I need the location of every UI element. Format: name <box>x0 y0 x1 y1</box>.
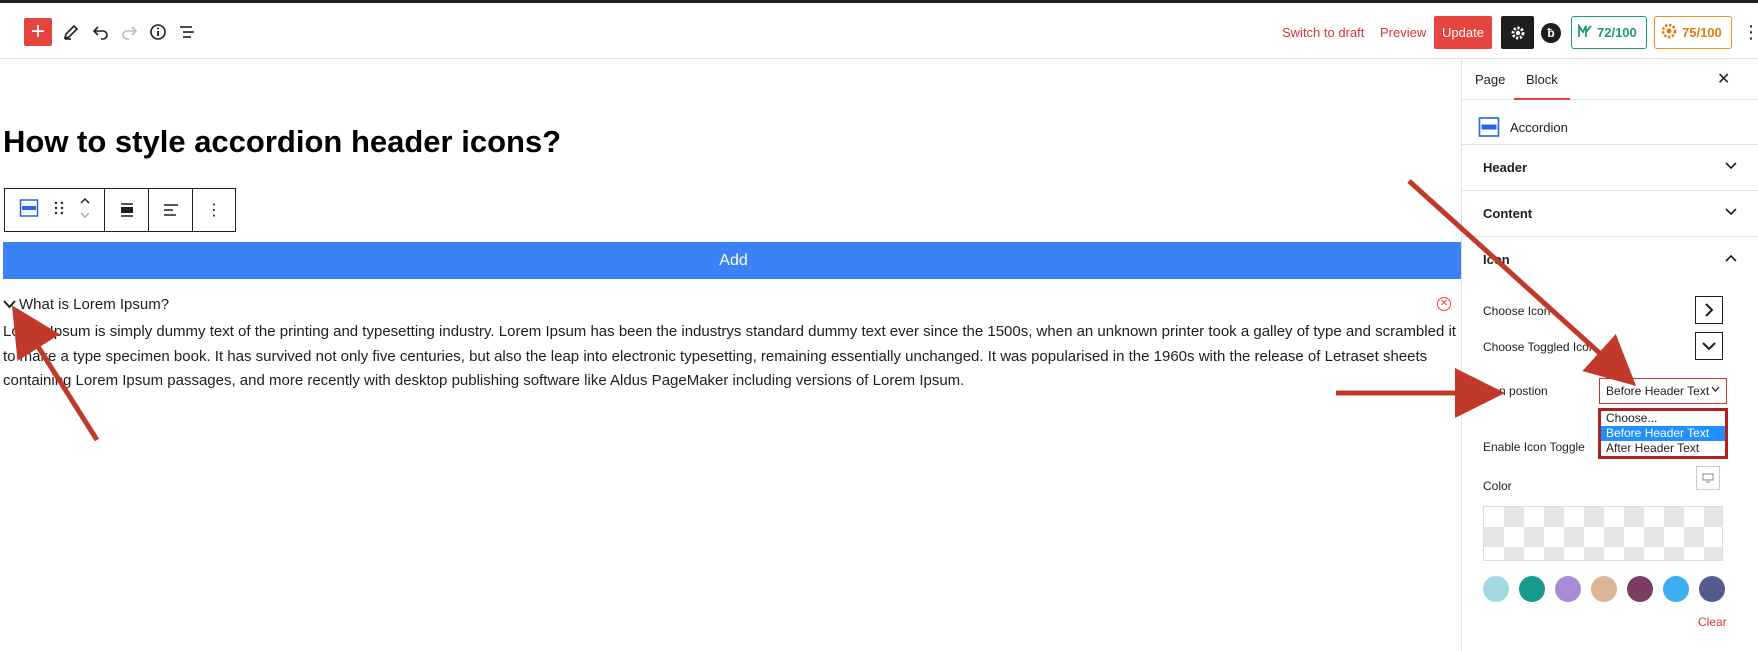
icon-position-selected-value: Before Header Text <box>1606 384 1710 398</box>
drag-handle-icon[interactable] <box>54 201 64 220</box>
list-view-icon[interactable] <box>174 19 200 45</box>
chevron-down-icon <box>1725 205 1737 219</box>
icon-position-dropdown: Choose... Before Header Text After Heade… <box>1598 408 1728 459</box>
panel-header-toggle[interactable]: Header <box>1462 144 1758 190</box>
redo-icon[interactable] <box>116 19 142 45</box>
preview-link[interactable]: Preview <box>1380 25 1426 40</box>
chevron-down-icon <box>1725 159 1737 173</box>
edit-pencil-icon[interactable] <box>58 19 84 45</box>
icon-position-select[interactable]: Before Header Text <box>1599 378 1727 404</box>
chevron-down-icon <box>1711 384 1720 395</box>
plugin-b-icon[interactable]: ƀ <box>1541 23 1561 43</box>
panel-icon-label: Icon <box>1483 252 1510 267</box>
panel-icon-toggle[interactable]: Icon <box>1462 236 1758 282</box>
block-card-title: Accordion <box>1510 120 1568 135</box>
add-accordion-item-button[interactable]: Add <box>3 242 1464 279</box>
color-swatches <box>1483 576 1735 602</box>
settings-gear-button[interactable] <box>1501 16 1534 49</box>
color-swatch[interactable] <box>1519 576 1545 602</box>
undo-icon[interactable] <box>88 19 114 45</box>
choose-icon-label: Choose Icon <box>1483 304 1551 318</box>
option-after-header-text[interactable]: After Header Text <box>1601 441 1725 456</box>
color-preview-transparent[interactable] <box>1483 506 1723 561</box>
color-swatch[interactable] <box>1591 576 1617 602</box>
color-swatch[interactable] <box>1699 576 1725 602</box>
accordion-header-text[interactable]: What is Lorem Ipsum? <box>19 296 169 313</box>
color-label: Color <box>1483 479 1512 493</box>
choose-icon-button[interactable] <box>1695 296 1723 324</box>
text-align-button[interactable] <box>149 189 193 231</box>
tab-block[interactable]: Block <box>1526 72 1558 87</box>
chevron-up-icon <box>1725 251 1737 265</box>
color-device-toggle[interactable] <box>1696 466 1720 490</box>
accordion-block-icon <box>1478 116 1500 143</box>
chevron-right-icon <box>1705 303 1714 317</box>
enable-icon-toggle-label: Enable Icon Toggle <box>1483 440 1585 454</box>
block-options-button[interactable]: ⋮ <box>193 189 235 231</box>
choose-toggled-icon-button[interactable] <box>1695 332 1723 360</box>
icon-position-label: Icon postion <box>1483 384 1548 398</box>
move-up-down-icon[interactable] <box>79 195 91 226</box>
info-icon[interactable] <box>145 19 171 45</box>
close-sidebar-icon[interactable]: ✕ <box>1717 69 1730 89</box>
block-type-group <box>5 189 105 231</box>
choose-toggled-icon-label: Choose Toggled Icon <box>1483 340 1596 354</box>
update-button[interactable]: Update <box>1434 16 1492 49</box>
switch-to-draft-link[interactable]: Switch to draft <box>1282 25 1364 40</box>
remove-item-close-icon[interactable]: ✕ <box>1437 297 1451 311</box>
settings-sidebar: Page Block ✕ Accordion Header Content Ic… <box>1461 60 1758 651</box>
add-block-button[interactable]: + <box>24 18 52 46</box>
chevron-down-icon[interactable] <box>3 296 16 313</box>
monitor-icon <box>1702 473 1714 483</box>
clear-color-button[interactable]: Clear <box>1698 615 1727 629</box>
color-swatch[interactable] <box>1627 576 1653 602</box>
panel-content-toggle[interactable]: Content <box>1462 190 1758 236</box>
tab-page[interactable]: Page <box>1475 72 1505 87</box>
accordion-item-header[interactable]: What is Lorem Ipsum? <box>3 296 169 313</box>
page-title[interactable]: How to style accordion header icons? <box>3 124 561 160</box>
chevron-down-icon <box>1702 342 1716 351</box>
option-before-header-text[interactable]: Before Header Text <box>1601 426 1725 441</box>
editor-top-toolbar: + Switch to draft Preview Update ƀ 72/10… <box>0 3 1758 59</box>
accordion-item-content[interactable]: Lorem Ipsum is simply dummy text of the … <box>3 320 1463 394</box>
readability-score-value: 75/100 <box>1682 25 1722 40</box>
accordion-block-icon[interactable] <box>19 198 39 223</box>
seo-m-icon <box>1578 23 1592 41</box>
option-choose[interactable]: Choose... <box>1601 411 1725 426</box>
active-tab-indicator <box>1514 98 1570 100</box>
more-options-icon[interactable]: ⋮ <box>1742 23 1758 41</box>
block-toolbar: ⋮ <box>4 188 236 232</box>
panel-header-label: Header <box>1483 160 1528 175</box>
panel-content-label: Content <box>1483 206 1533 221</box>
gear-icon <box>1511 26 1524 39</box>
align-icon <box>120 203 133 217</box>
readability-gear-icon <box>1661 23 1677 42</box>
vertical-ellipsis-icon: ⋮ <box>206 202 222 219</box>
sidebar-tabs: Page Block ✕ <box>1462 60 1758 100</box>
color-swatch[interactable] <box>1483 576 1509 602</box>
color-swatch[interactable] <box>1663 576 1689 602</box>
seo-score-badge[interactable]: 72/100 <box>1571 16 1647 49</box>
seo-score-value: 72/100 <box>1597 25 1637 40</box>
color-swatch[interactable] <box>1555 576 1581 602</box>
block-card: Accordion <box>1478 116 1568 143</box>
readability-score-badge[interactable]: 75/100 <box>1654 16 1732 49</box>
block-align-button[interactable] <box>105 189 149 231</box>
text-align-left-icon <box>163 204 178 216</box>
